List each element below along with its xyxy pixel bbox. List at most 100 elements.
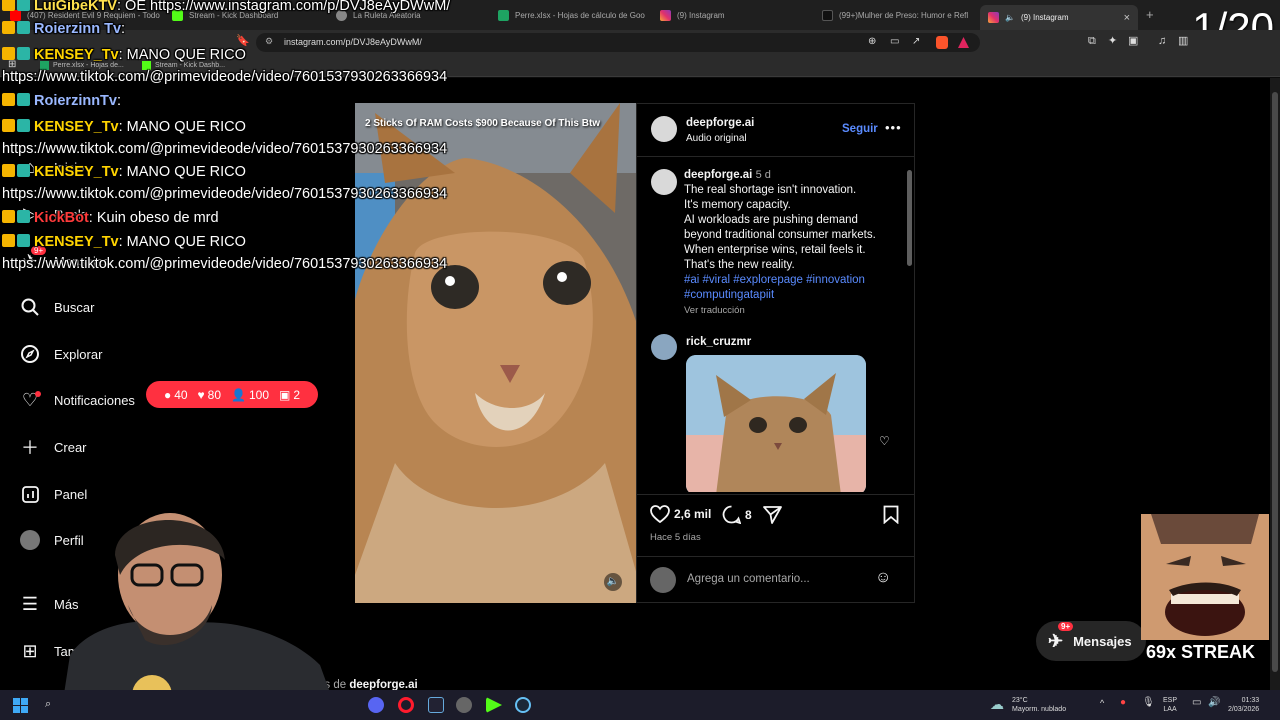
chat-username: RoierzinnTv [34, 93, 117, 109]
share-icon[interactable]: ↗ [912, 37, 920, 47]
caption-line: That's the new reality. [684, 259, 795, 271]
sidebar-toggle-icon[interactable]: ▥ [1178, 36, 1188, 47]
comments-scrollbar[interactable] [905, 158, 913, 492]
language-indicator[interactable]: ESP LAA [1163, 696, 1177, 714]
translate-link[interactable]: Ver traducción [684, 303, 894, 318]
chat-text: : MANO QUE RICO [118, 119, 246, 135]
caption-line: It's memory capacity. [684, 199, 791, 211]
caption-line: AI workloads are pushing demand [684, 214, 858, 226]
extension-icon[interactable]: ⧉ [1088, 36, 1096, 47]
likes-count: 2,6 mil [674, 507, 712, 521]
sidebar-item-crear[interactable]: ＋ Crear [20, 437, 87, 458]
music-icon[interactable]: ♫ [1158, 36, 1166, 47]
post-video[interactable]: 2 Sticks Of RAM Costs $900 Because Of Th… [355, 103, 636, 603]
chat-text: : Kuin obeso de mrd [88, 210, 219, 226]
chat-text: https://www.tiktok.com/@primevideode/vid… [2, 69, 448, 85]
weather-widget[interactable]: 23°C Mayorm. nublado [1012, 696, 1066, 714]
bookmark-icon[interactable]: 🔖 [236, 36, 250, 47]
post-caption: deepforge.ai 5 d The real shortage isn't… [684, 168, 894, 318]
chat-message: https://www.tiktok.com/@primevideode/vid… [2, 256, 447, 272]
sidebar-item-panel[interactable]: Panel [20, 484, 87, 504]
chat-message: KENSEY_Tv: MANO QUE RICO [2, 164, 246, 180]
clock[interactable]: 01:33 2/03/2026 [1228, 696, 1259, 714]
chat-badges-icon [2, 93, 34, 106]
sidebar-item-explorar[interactable]: Explorar [20, 344, 102, 364]
start-button[interactable] [13, 698, 28, 713]
comment-username[interactable]: rick_cruzmr [686, 336, 751, 348]
chat-username: KENSEY_Tv [34, 47, 119, 63]
comment-image[interactable] [686, 355, 866, 492]
comments-list[interactable]: deepforge.ai 5 d The real shortage isn't… [637, 158, 907, 492]
post-header: deepforge.ai Audio original Seguir ••• [637, 104, 914, 157]
like-button[interactable]: 2,6 mil [650, 505, 711, 523]
chat-username: LuiGibeKTV [34, 0, 117, 14]
zoom-icon[interactable]: ⊕ [868, 37, 876, 47]
brave-rewards-icon[interactable] [958, 37, 969, 48]
sidebar-item-buscar[interactable]: Buscar [20, 297, 94, 317]
activity-stats-badge[interactable]: ● 40 ♥ 80 👤 100 ▣ 2 [146, 381, 318, 408]
page-scrollbar[interactable] [1270, 78, 1280, 690]
stat-comments: ● 40 [164, 388, 188, 402]
screenshot-icon[interactable]: ▣ [1128, 36, 1138, 47]
discord-icon[interactable] [368, 697, 384, 713]
opera-icon[interactable] [398, 697, 414, 713]
weather-icon: ☁ [990, 696, 1004, 712]
sheets-icon [498, 9, 509, 21]
sidebar-item-notificaciones[interactable]: ♡ Notificaciones [20, 390, 135, 410]
site-info-icon[interactable]: ⚙ [265, 37, 273, 46]
cast-icon[interactable]: ▭ [890, 37, 899, 47]
audio-label[interactable]: Audio original [686, 133, 747, 144]
new-tab-icon[interactable]: + [1146, 8, 1154, 21]
save-button[interactable] [883, 505, 899, 529]
more-options-icon[interactable]: ••• [885, 120, 902, 135]
url-field[interactable]: ⚙ instagram.com/p/DVJ8eAyDWwM/ ⊕ ▭ ↗ [256, 33, 980, 52]
steam-icon[interactable] [515, 697, 531, 713]
terminal-icon[interactable] [428, 697, 444, 713]
hashtags[interactable]: #ai #viral #explorepage #innovation [684, 273, 894, 288]
volume-icon[interactable]: 🔊 [1208, 698, 1220, 708]
author-username[interactable]: deepforge.ai [686, 117, 754, 129]
comment-button[interactable]: 8 [722, 505, 752, 524]
tab-instagram-active[interactable]: 🔈 (9) Instagram × [980, 5, 1138, 30]
caption-username[interactable]: deepforge.ai [684, 169, 752, 181]
taskbar-search-icon[interactable]: ⌕ [45, 699, 51, 710]
tab-label: (9) Instagram [1020, 13, 1069, 22]
screen: (407) Resident Evil 9 Requiem - Todo Str… [0, 0, 1280, 720]
sidebar-item-label: Buscar [54, 299, 95, 315]
commenter-avatar[interactable] [651, 334, 677, 360]
heart-icon: ♡ [20, 390, 41, 410]
chat-message: https://www.tiktok.com/@primevideode/vid… [2, 186, 447, 202]
chat-text: : MANO QUE RICO [118, 234, 246, 250]
kick-taskbar-icon[interactable] [486, 697, 502, 713]
chat-message: RoierzinnTv: [2, 93, 121, 109]
chat-username: KENSEY_Tv [34, 119, 119, 135]
cat-photo [686, 355, 866, 492]
emoji-icon[interactable]: ☺ [875, 569, 891, 587]
lang-layout: LAA [1163, 706, 1177, 713]
comment-input[interactable]: Agrega un comentario... [687, 573, 810, 585]
hashtags[interactable]: #computingatapiit [684, 288, 894, 303]
tab-instagram-1[interactable]: (9) Instagram [660, 5, 810, 25]
messages-label: Mensajes [1073, 633, 1132, 649]
network-icon[interactable]: ▭ [1192, 698, 1201, 708]
chat-text: https://www.tiktok.com/@primevideode/vid… [2, 186, 448, 202]
like-comment-icon[interactable]: ♡ [879, 434, 890, 448]
close-tab-icon[interactable]: × [1124, 12, 1130, 24]
tray-app-icon[interactable]: ● [1120, 698, 1126, 708]
follow-button[interactable]: Seguir [842, 123, 878, 135]
tab-tiktok[interactable]: (99+)Mulher de Preso: Humor e Refl [822, 5, 972, 25]
tray-chevron-icon[interactable]: ^ [1100, 699, 1104, 708]
author-avatar[interactable] [651, 169, 677, 195]
mic-icon[interactable]: 🎙 [1142, 698, 1155, 708]
tab-sheets[interactable]: Perre.xlsx - Hojas de cálculo de Goo [498, 5, 648, 25]
puzzle-icon[interactable]: ✦ [1108, 36, 1117, 47]
brave-shield-icon[interactable] [936, 36, 948, 49]
share-button[interactable] [763, 505, 782, 529]
app-icon[interactable] [456, 697, 472, 713]
mute-icon[interactable]: 🔈 [604, 573, 622, 591]
chat-message: KENSEY_Tv: MANO QUE RICO [2, 119, 246, 135]
scrollbar-thumb[interactable] [1272, 92, 1278, 672]
messages-float-button[interactable]: ✈ 9+ Mensajes [1036, 621, 1146, 661]
author-avatar[interactable] [651, 116, 677, 142]
scrollbar-thumb[interactable] [907, 170, 912, 266]
